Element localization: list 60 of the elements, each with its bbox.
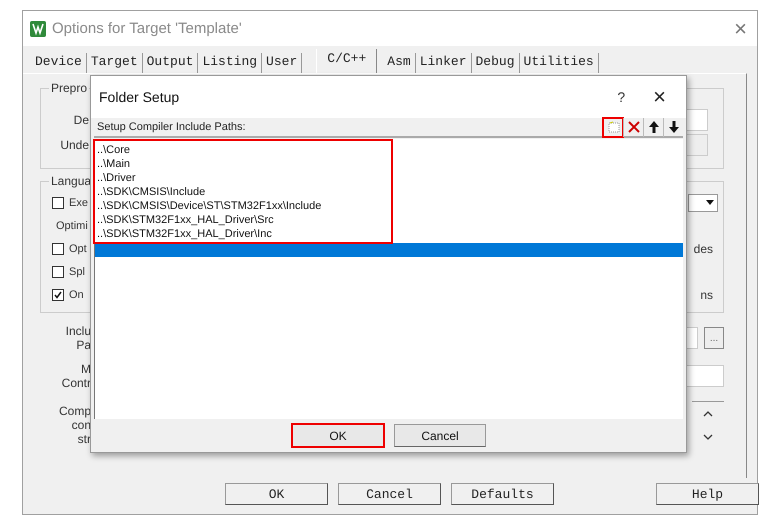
delete-icon bbox=[628, 121, 640, 133]
tab[interactable]: Utilities bbox=[520, 53, 599, 73]
path-item[interactable]: ..\SDK\STM32F1xx_HAL_Driver\Inc bbox=[97, 227, 389, 241]
tab[interactable]: Target bbox=[86, 53, 143, 73]
input-field[interactable] bbox=[684, 365, 724, 387]
checkbox-label: On bbox=[69, 288, 84, 300]
close-button[interactable]: × bbox=[653, 86, 666, 108]
close-button[interactable]: × bbox=[734, 18, 747, 40]
field-label: M bbox=[80, 362, 91, 376]
tab[interactable]: Output bbox=[142, 53, 198, 73]
checkbox[interactable] bbox=[52, 242, 64, 254]
tab[interactable]: User bbox=[262, 53, 302, 73]
window-title: Options for Target 'Template' bbox=[52, 20, 243, 37]
help-button[interactable]: ? bbox=[617, 89, 626, 105]
down-arrow-icon bbox=[668, 121, 678, 133]
field-label: Comp bbox=[58, 404, 91, 418]
dialog-button[interactable]: Cancel bbox=[338, 483, 441, 505]
tab[interactable]: Device bbox=[31, 53, 87, 73]
checkbox[interactable] bbox=[52, 288, 64, 300]
path-item[interactable]: ..\SDK\STM32F1xx_HAL_Driver\Src bbox=[97, 213, 389, 227]
dialog-button[interactable]: Help bbox=[656, 483, 759, 505]
field-label: Pa bbox=[75, 338, 91, 352]
up-arrow-icon bbox=[648, 121, 658, 133]
tab[interactable]: Debug bbox=[472, 53, 520, 73]
option-label: ns bbox=[700, 288, 713, 302]
field-label: str bbox=[76, 432, 91, 446]
dropdown[interactable] bbox=[688, 194, 718, 212]
path-item[interactable]: ..\SDK\CMSIS\Include bbox=[97, 185, 389, 199]
tab[interactable]: Linker bbox=[416, 53, 472, 73]
dialog-button[interactable]: OK bbox=[292, 424, 384, 447]
browse-button[interactable]: ... bbox=[704, 327, 724, 349]
checkbox[interactable] bbox=[52, 266, 64, 278]
field-label: con bbox=[70, 418, 91, 432]
field-label: De bbox=[72, 112, 89, 126]
path-item[interactable]: ..\SDK\CMSIS\Device\ST\STM32F1xx\Include bbox=[97, 199, 389, 213]
dialog-button[interactable]: Cancel bbox=[394, 424, 486, 447]
tab[interactable]: Asm bbox=[383, 53, 416, 73]
dialog-button[interactable]: OK bbox=[225, 483, 328, 505]
new-folder-button[interactable] bbox=[603, 118, 623, 136]
tab[interactable]: Listing bbox=[198, 53, 262, 73]
field-label: Optimi bbox=[56, 220, 88, 232]
field-label: Unde bbox=[59, 138, 89, 152]
new-folder-icon bbox=[608, 121, 620, 133]
tab[interactable]: C/C++ bbox=[316, 49, 378, 73]
path-item[interactable]: ..\Driver bbox=[97, 171, 389, 185]
field-label: Inclu bbox=[64, 324, 91, 338]
path-item[interactable]: ..\Main bbox=[97, 157, 389, 171]
checkbox[interactable] bbox=[52, 196, 64, 208]
group-title: Prepro bbox=[49, 81, 90, 95]
checkbox-label: Opt bbox=[69, 242, 87, 254]
path-item[interactable]: ..\Core bbox=[97, 143, 389, 157]
option-label: des bbox=[694, 242, 713, 256]
dialog-button[interactable]: Defaults bbox=[451, 483, 554, 505]
checkbox-label: Spl bbox=[69, 266, 85, 278]
dropdown-arrow-icon bbox=[706, 200, 714, 205]
app-icon bbox=[30, 20, 46, 36]
header-label: Setup Compiler Include Paths: bbox=[97, 121, 247, 133]
field-label: Contr bbox=[60, 376, 91, 390]
checkbox-label: Exe bbox=[69, 196, 88, 208]
dialog-title: Folder Setup bbox=[99, 89, 180, 105]
